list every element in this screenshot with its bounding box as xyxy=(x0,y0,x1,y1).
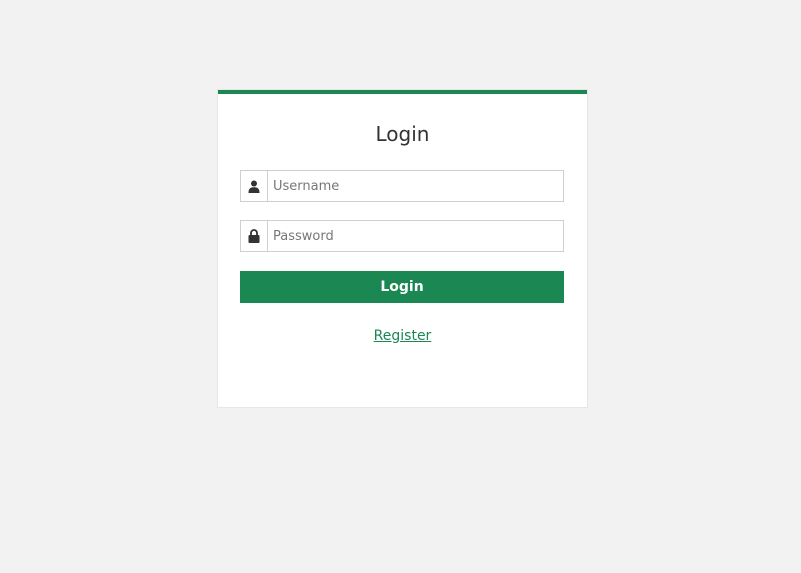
register-container: Register xyxy=(218,328,587,344)
username-field[interactable] xyxy=(240,170,564,202)
username-input[interactable] xyxy=(268,171,563,201)
password-field[interactable] xyxy=(240,220,564,252)
login-button[interactable]: Login xyxy=(240,271,564,303)
lock-icon xyxy=(241,221,268,251)
register-link[interactable]: Register xyxy=(374,328,432,344)
login-card: Login Login Register xyxy=(218,90,587,407)
user-icon xyxy=(241,171,268,201)
page-title: Login xyxy=(375,122,430,146)
password-input[interactable] xyxy=(268,221,563,251)
